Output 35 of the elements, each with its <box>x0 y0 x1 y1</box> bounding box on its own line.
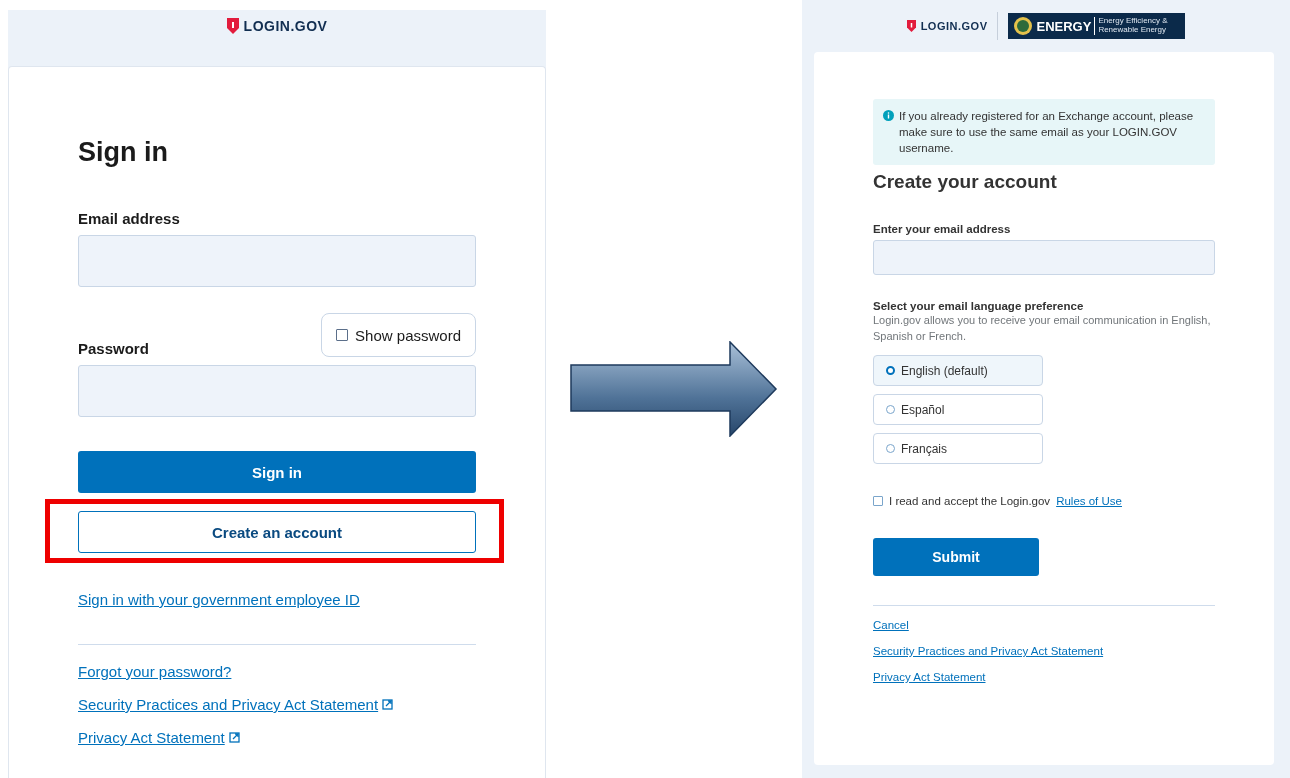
shield-icon <box>906 20 916 32</box>
language-radio-option[interactable]: Español <box>873 394 1043 426</box>
email-input-field[interactable] <box>873 240 1215 276</box>
piv-sign-in-link[interactable]: Sign in with your government employee ID <box>78 591 476 608</box>
page-title: Sign in <box>78 137 169 168</box>
show-password-checkbox[interactable]: Show password <box>321 313 476 357</box>
email-input-field[interactable] <box>78 235 476 287</box>
right-arrow-icon <box>570 341 778 437</box>
footer-link[interactable]: Cancel <box>873 619 909 632</box>
alert-message: If you already registered for an Exchange account, please make sure to use the same email as your LOGIN.GOV username. <box>899 109 1195 157</box>
field-label: Enter your email address <box>873 223 1012 236</box>
login-gov-logo-text: LOGIN.GOV <box>920 20 988 32</box>
language-radio-option[interactable]: English (default) <box>873 355 1043 387</box>
seal-icon <box>1013 16 1034 36</box>
field-label: Email address <box>78 210 181 227</box>
footer-link[interactable]: Privacy Act Statement <box>78 729 225 746</box>
submit-button[interactable]: Submit <box>873 538 1039 577</box>
footer-link[interactable]: Security Practices and Privacy Act Statement <box>78 696 379 713</box>
footer-link[interactable]: Privacy Act Statement <box>873 671 986 684</box>
login-gov-logo-text: LOGIN.GOV <box>243 18 328 34</box>
footer-link[interactable]: Security Practices and Privacy Act Statement <box>873 645 1104 658</box>
info-icon <box>883 110 894 121</box>
create-account-button[interactable]: Create an account <box>78 511 476 553</box>
footer-link[interactable]: Forgot your password? <box>78 663 232 680</box>
terms-text: I read and accept the Login.gov <box>889 495 1051 508</box>
field-label: Password <box>78 340 149 357</box>
field-label: Select your email language preference <box>873 300 1085 313</box>
rules-of-use-link[interactable]: Rules of Use <box>1056 495 1122 508</box>
language-radio-option[interactable]: Français <box>873 433 1043 465</box>
page-title: Create your account <box>873 171 1058 194</box>
terms-checkbox[interactable] <box>873 496 883 507</box>
shield-icon <box>226 18 239 34</box>
sign-in-button[interactable]: Sign in <box>78 451 476 493</box>
hint-text: Login.gov allows you to receive your email communication in English, Spanish or French. <box>873 313 1212 344</box>
password-input-field[interactable] <box>78 365 476 417</box>
